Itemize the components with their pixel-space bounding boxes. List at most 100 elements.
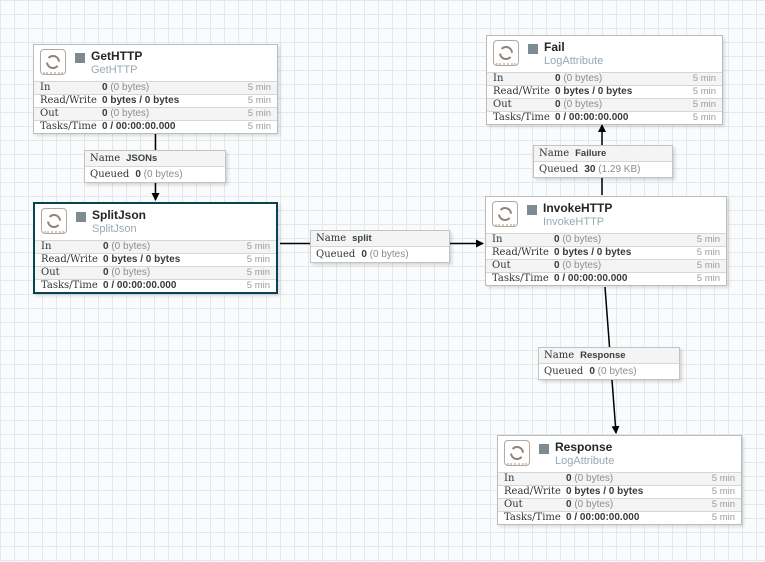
stat-label: Tasks/Time (41, 280, 98, 291)
connection-queued-key: Queued (539, 164, 579, 175)
stat-value: 0 (0 bytes) (555, 99, 603, 110)
stat-label: Read/Write (504, 486, 561, 497)
connection-name-key: Name (316, 233, 347, 244)
stat-row: Read/Write 0 bytes / 0 bytes 5 min (498, 485, 741, 498)
stat-row: Read/Write 0 bytes / 0 bytes 5 min (35, 253, 276, 266)
processor-stats: In 0 (0 bytes) 5 min Read/Write 0 bytes / 0 … (34, 81, 277, 133)
stat-label: Read/Write (41, 254, 98, 265)
processor-type: LogAttribute (544, 55, 604, 67)
processor-stats: In 0 (0 bytes) 5 min Read/Write 0 bytes / 0 … (487, 72, 722, 124)
connection-name-value: JSONs (126, 153, 158, 164)
connection-name-value: Response (580, 350, 626, 361)
stat-period: 5 min (692, 86, 716, 97)
stat-value: 0 bytes / 0 bytes (555, 86, 633, 97)
stat-value: 0 bytes / 0 bytes (566, 486, 644, 497)
stat-label: Out (493, 99, 512, 110)
connection-queued-key: Queued (544, 366, 584, 377)
processor-stats: In 0 (0 bytes) 5 min Read/Write 0 bytes / 0 … (35, 240, 276, 292)
stat-value: 0 bytes / 0 bytes (102, 95, 180, 106)
processor-fail[interactable]: Fail LogAttribute In 0 (0 bytes) 5 min Read… (486, 35, 723, 125)
stat-value: 0 bytes / 0 bytes (103, 254, 181, 265)
run-status-stopped-icon (76, 212, 86, 222)
connection-name-value: Failure (575, 148, 607, 159)
connection-label-jsons[interactable]: Name JSONs Queued 0 (0 bytes) (84, 150, 226, 183)
stat-label: In (504, 473, 515, 484)
run-status-stopped-icon (75, 53, 85, 63)
stat-row: Out 0 (0 bytes) 5 min (486, 259, 726, 272)
stat-row: Read/Write 0 bytes / 0 bytes 5 min (487, 85, 722, 98)
connection-name-value: split (352, 233, 372, 244)
stat-row: Tasks/Time 0 / 00:00:00.000 5 min (487, 111, 722, 124)
processor-stats: In 0 (0 bytes) 5 min Read/Write 0 bytes / 0 … (498, 472, 741, 524)
connection-queued-value: 0 (0 bytes) (361, 249, 409, 260)
stat-value: 0 / 00:00:00.000 (102, 121, 176, 132)
stat-row: In 0 (0 bytes) 5 min (498, 472, 741, 485)
connection-name-key: Name (539, 148, 570, 159)
stat-period: 5 min (247, 108, 271, 119)
stat-period: 5 min (246, 267, 270, 278)
stat-row: Tasks/Time 0 / 00:00:00.000 5 min (34, 120, 277, 133)
stat-value: 0 (0 bytes) (102, 108, 150, 119)
run-status-stopped-icon (527, 205, 537, 215)
stat-row: Tasks/Time 0 / 00:00:00.000 5 min (486, 272, 726, 285)
processor-type: SplitJson (92, 223, 137, 235)
stat-value: 0 / 00:00:00.000 (103, 280, 177, 291)
flow-canvas[interactable]: Name JSONs Queued 0 (0 bytes) Name Failu… (0, 0, 765, 562)
connection-queued-key: Queued (316, 249, 356, 260)
processor-icon (492, 201, 518, 227)
processor-icon (504, 440, 530, 466)
stat-label: Read/Write (492, 247, 549, 258)
stat-period: 5 min (247, 95, 271, 106)
stat-label: Out (40, 108, 59, 119)
processor-gethttp[interactable]: GetHTTP GetHTTP In 0 (0 bytes) 5 min Read/W… (33, 44, 278, 134)
stat-row: In 0 (0 bytes) 5 min (486, 233, 726, 246)
stat-value: 0 / 00:00:00.000 (566, 512, 640, 523)
processor-name: Fail (544, 40, 565, 54)
connection-label-response[interactable]: Name Response Queued 0 (0 bytes) (538, 347, 680, 380)
stat-period: 5 min (246, 254, 270, 265)
stat-label: Read/Write (40, 95, 97, 106)
stat-period: 5 min (246, 241, 270, 252)
stat-value: 0 / 00:00:00.000 (554, 273, 628, 284)
stat-period: 5 min (692, 112, 716, 123)
stat-value: 0 (0 bytes) (102, 82, 150, 93)
processor-icon (493, 40, 519, 66)
stat-label: Tasks/Time (504, 512, 561, 523)
connection-queued-value: 0 (0 bytes) (135, 169, 183, 180)
stat-row: Read/Write 0 bytes / 0 bytes 5 min (486, 246, 726, 259)
processor-splitjson[interactable]: SplitJson SplitJson In 0 (0 bytes) 5 min Re… (33, 202, 278, 294)
stat-row: Out 0 (0 bytes) 5 min (34, 107, 277, 120)
stat-value: 0 / 00:00:00.000 (555, 112, 629, 123)
stat-row: Tasks/Time 0 / 00:00:00.000 5 min (498, 511, 741, 524)
stat-period: 5 min (711, 512, 735, 523)
connection-label-failure[interactable]: Name Failure Queued 30 (1.29 KB) (533, 145, 673, 178)
stat-value: 0 bytes / 0 bytes (554, 247, 632, 258)
processor-name: SplitJson (92, 208, 147, 222)
processor-icon (40, 49, 66, 75)
processor-invokehttp[interactable]: InvokeHTTP InvokeHTTP In 0 (0 bytes) 5 min… (485, 196, 727, 286)
stat-period: 5 min (696, 260, 720, 271)
stat-row: Out 0 (0 bytes) 5 min (487, 98, 722, 111)
stat-row: In 0 (0 bytes) 5 min (34, 81, 277, 94)
stat-period: 5 min (246, 280, 270, 291)
stat-label: Out (492, 260, 511, 271)
run-status-stopped-icon (528, 44, 538, 54)
stat-value: 0 (0 bytes) (554, 234, 602, 245)
stat-label: Read/Write (493, 86, 550, 97)
connection-label-split[interactable]: Name split Queued 0 (0 bytes) (310, 230, 450, 263)
processor-icon (41, 208, 67, 234)
stat-label: Out (504, 499, 523, 510)
connection-name-key: Name (90, 153, 121, 164)
stat-value: 0 (0 bytes) (566, 499, 614, 510)
processor-response[interactable]: Response LogAttribute In 0 (0 bytes) 5 min… (497, 435, 742, 525)
processor-name: InvokeHTTP (543, 201, 613, 215)
run-status-stopped-icon (539, 444, 549, 454)
processor-type: GetHTTP (91, 64, 138, 76)
stat-value: 0 (0 bytes) (103, 241, 151, 252)
processor-name: Response (555, 440, 613, 454)
processor-stats: In 0 (0 bytes) 5 min Read/Write 0 bytes / 0 … (486, 233, 726, 285)
stat-label: Tasks/Time (40, 121, 97, 132)
connection-queued-value: 0 (0 bytes) (589, 366, 637, 377)
stat-label: In (40, 82, 51, 93)
stat-label: Tasks/Time (492, 273, 549, 284)
